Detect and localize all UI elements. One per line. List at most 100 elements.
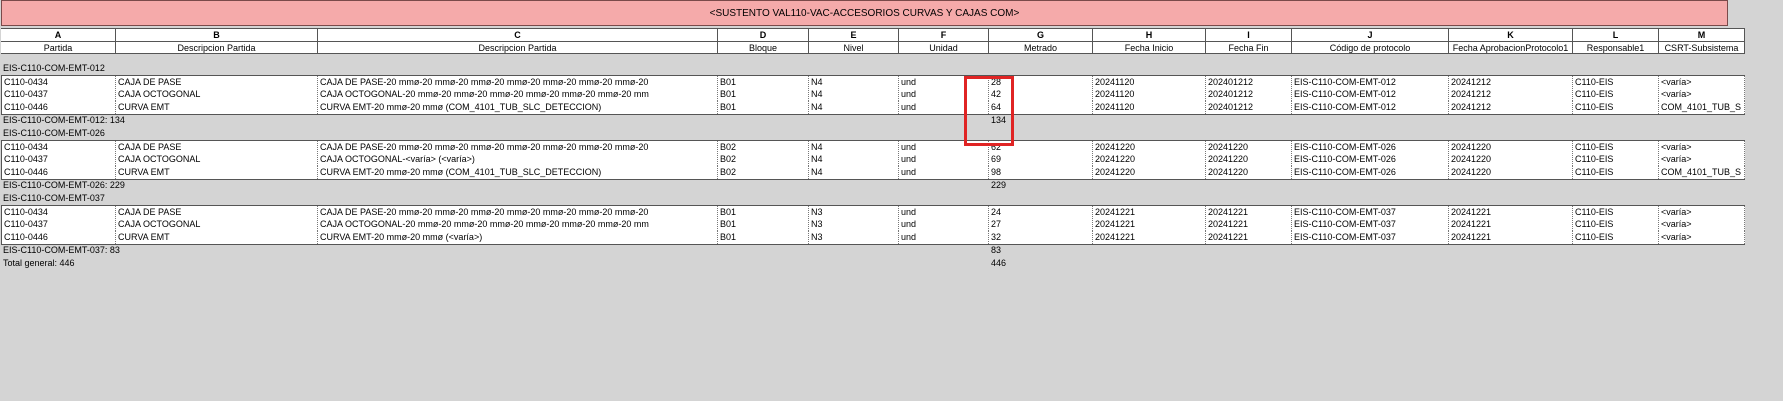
table-cell[interactable]: C110-0446 [1,231,116,244]
table-cell[interactable]: CAJA OCTOGONAL [116,88,318,101]
table-cell[interactable]: 20241220 [1449,153,1573,166]
table-cell[interactable]: C110-EIS [1573,166,1659,179]
table-cell[interactable]: CURVA EMT-20 mmø-20 mmø (<varía>) [318,231,718,244]
table-cell[interactable]: C110-0437 [1,218,116,231]
table-cell[interactable]: <varía> [1659,153,1745,166]
column-header[interactable]: Metrado [989,41,1093,54]
table-cell[interactable]: <varía> [1659,88,1745,101]
table-cell[interactable]: B01 [718,88,809,101]
table-cell[interactable]: C110-0437 [1,153,116,166]
column-letter[interactable]: A [1,28,116,41]
column-header[interactable]: Descripcion Partida [318,41,718,54]
table-cell[interactable]: 20241220 [1206,153,1292,166]
table-cell[interactable]: EIS-C110-COM-EMT-026 [1292,166,1449,179]
column-letter[interactable]: C [318,28,718,41]
table-cell[interactable]: N3 [809,231,899,244]
table-cell[interactable]: C110-EIS [1573,153,1659,166]
column-header[interactable]: Descripcion Partida [116,41,318,54]
column-header[interactable]: Código de protocolo [1292,41,1449,54]
column-letter[interactable]: I [1206,28,1292,41]
table-cell[interactable]: N4 [809,101,899,114]
table-cell[interactable]: 20241220 [1093,166,1206,179]
table-cell[interactable]: EIS-C110-COM-EMT-012 [1292,101,1449,114]
table-cell[interactable]: C110-EIS [1573,231,1659,244]
table-cell[interactable]: COM_4101_TUB_S [1659,166,1745,179]
table-cell[interactable]: B01 [718,231,809,244]
table-cell[interactable]: EIS-C110-COM-EMT-026 [1292,153,1449,166]
table-cell[interactable]: 20241221 [1449,218,1573,231]
table-cell[interactable]: C110-EIS [1573,101,1659,114]
table-cell[interactable]: N3 [809,218,899,231]
column-header[interactable]: Fecha Fin [1206,41,1292,54]
table-cell[interactable]: und [899,218,989,231]
table-cell[interactable]: 20241120 [1093,101,1206,114]
table-cell[interactable]: 20241221 [1093,231,1206,244]
table-cell[interactable]: CURVA EMT [116,101,318,114]
table-cell[interactable]: B02 [718,166,809,179]
table-cell[interactable]: 20241221 [1206,231,1292,244]
table-cell[interactable]: EIS-C110-COM-EMT-037 [1292,218,1449,231]
table-cell[interactable]: 202401212 [1206,101,1292,114]
column-letter[interactable]: H [1093,28,1206,41]
column-header[interactable]: Unidad [899,41,989,54]
table-cell[interactable]: CAJA OCTOGONAL-<varía> (<varía>) [318,153,718,166]
table-cell[interactable]: N4 [809,153,899,166]
table-cell[interactable]: und [899,231,989,244]
table-cell[interactable]: 27 [989,218,1093,231]
table-cell[interactable]: B01 [718,101,809,114]
table-cell[interactable]: N4 [809,166,899,179]
column-letter[interactable]: J [1292,28,1449,41]
column-letter[interactable]: E [809,28,899,41]
table-cell[interactable]: EIS-C110-COM-EMT-012 [1292,88,1449,101]
column-header[interactable]: Partida [1,41,116,54]
table-cell[interactable]: <varía> [1659,231,1745,244]
column-letter[interactable]: M [1659,28,1745,41]
table-cell[interactable]: 20241221 [1093,218,1206,231]
column-letter[interactable]: L [1573,28,1659,41]
table-cell[interactable]: N4 [809,88,899,101]
column-letter[interactable]: F [899,28,989,41]
table-cell[interactable]: CAJA OCTOGONAL-20 mmø-20 mmø-20 mmø-20 m… [318,88,718,101]
table-cell[interactable]: 20241220 [1449,166,1573,179]
table-cell[interactable]: CAJA OCTOGONAL [116,218,318,231]
table-cell[interactable]: B01 [718,218,809,231]
table-cell[interactable]: 20241212 [1449,101,1573,114]
table-cell[interactable]: EIS-C110-COM-EMT-037 [1292,231,1449,244]
table-cell[interactable]: 20241120 [1093,88,1206,101]
column-header[interactable]: Fecha Inicio [1093,41,1206,54]
table-cell[interactable]: C110-0446 [1,101,116,114]
table-cell[interactable]: 20241212 [1449,88,1573,101]
table-cell[interactable]: CURVA EMT [116,166,318,179]
column-header[interactable]: CSRT-Subsistema [1659,41,1745,54]
table-cell[interactable]: 202401212 [1206,88,1292,101]
table-cell[interactable]: CURVA EMT-20 mmø-20 mmø (COM_4101_TUB_SL… [318,166,718,179]
table-cell[interactable]: C110-0437 [1,88,116,101]
table-cell[interactable]: und [899,153,989,166]
table-cell[interactable]: COM_4101_TUB_S [1659,101,1745,114]
column-letter[interactable]: B [116,28,318,41]
table-cell[interactable]: B02 [718,153,809,166]
column-letter[interactable]: G [989,28,1093,41]
table-cell[interactable]: C110-0446 [1,166,116,179]
table-cell[interactable]: CAJA OCTOGONAL [116,153,318,166]
table-cell[interactable]: CAJA OCTOGONAL-20 mmø-20 mmø-20 mmø-20 m… [318,218,718,231]
table-cell[interactable]: <varía> [1659,218,1745,231]
table-cell[interactable]: 20241221 [1449,231,1573,244]
column-header[interactable]: Bloque [718,41,809,54]
column-header[interactable]: Nivel [809,41,899,54]
column-header[interactable]: Fecha AprobacionProtocolo1 [1449,41,1573,54]
table-cell[interactable]: C110-EIS [1573,218,1659,231]
table-cell[interactable]: CURVA EMT-20 mmø-20 mmø (COM_4101_TUB_SL… [318,101,718,114]
table-cell[interactable]: CURVA EMT [116,231,318,244]
column-header[interactable]: Responsable1 [1573,41,1659,54]
table-cell[interactable]: 20241220 [1206,166,1292,179]
table-cell[interactable]: 69 [989,153,1093,166]
table-cell[interactable]: und [899,166,989,179]
column-letter[interactable]: D [718,28,809,41]
table-cell[interactable]: 20241221 [1206,218,1292,231]
table-cell[interactable]: 98 [989,166,1093,179]
table-cell[interactable]: 20241220 [1093,153,1206,166]
table-cell[interactable]: C110-EIS [1573,88,1659,101]
column-letter[interactable]: K [1449,28,1573,41]
table-cell[interactable]: 32 [989,231,1093,244]
